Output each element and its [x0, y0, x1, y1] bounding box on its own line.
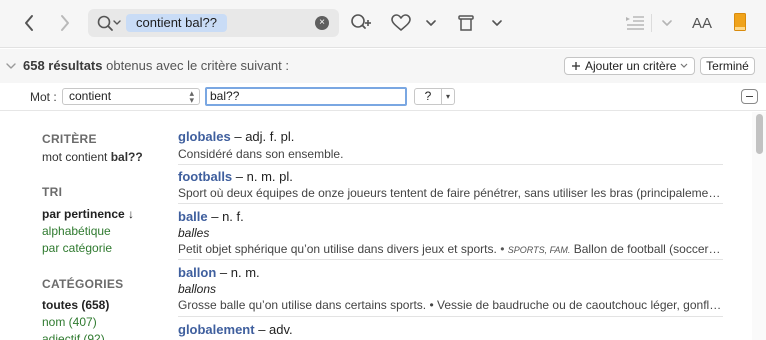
entry-heading: globales – adj. f. pl. [178, 129, 294, 144]
definition-rest: Ballon de football (soccer)… [570, 242, 723, 256]
definition: Considéré dans son ensemble. [178, 147, 344, 161]
list-item[interactable]: ballon – n. m. ballons Grosse balle qu’o… [178, 262, 723, 317]
add-criterion-label: Ajouter un critère [585, 59, 677, 73]
grammar-label: – n. m. pl. [232, 169, 293, 184]
criterion-value-input[interactable]: bal?? [205, 87, 407, 106]
plural-form: ballons [178, 282, 217, 296]
list-item[interactable]: balle – n. f. balles Petit objet sphériq… [178, 206, 723, 260]
headword[interactable]: globalement [178, 322, 255, 337]
criterion-summary-prefix: mot contient [42, 150, 111, 164]
criterion-operator-select[interactable]: contient ▴ ▾ [62, 88, 200, 105]
done-button[interactable]: Terminé [700, 57, 755, 75]
plural-form: balles [178, 226, 210, 240]
definition-main: Petit objet sphérique qu’on utilise dans… [178, 242, 497, 256]
wildcard-menu-chevron-icon[interactable]: ▾ [442, 88, 455, 105]
heart-icon[interactable] [389, 12, 413, 34]
entry-heading: globalement – adv. [178, 322, 293, 337]
sort-alphabetical-link[interactable]: alphabétique [42, 224, 111, 238]
sort-heading: TRI [42, 185, 63, 199]
category-all[interactable]: toutes (658) [42, 298, 109, 312]
list-item[interactable]: globales – adj. f. pl. Considéré dans so… [178, 126, 723, 165]
search-token[interactable]: contient bal?? [126, 14, 227, 32]
entry-heading: ballon – n. m. [178, 265, 260, 280]
headword[interactable]: footballs [178, 169, 232, 184]
grammar-label: – adj. f. pl. [230, 129, 295, 144]
entry-heading: balle – n. f. [178, 209, 244, 224]
chevron-down-icon[interactable] [660, 14, 674, 32]
definition: Petit objet sphérique qu’on utilise dans… [178, 242, 723, 256]
definition: Sport où deux équipes de onze joueurs te… [178, 186, 723, 200]
wildcard-button[interactable]: ? [414, 88, 442, 105]
category-adjective-link[interactable]: adjectif (92) [42, 332, 105, 340]
criterion-heading: CRITÈRE [42, 132, 97, 146]
grammar-label: – n. m. [216, 265, 260, 280]
headword[interactable]: balle [178, 209, 208, 224]
bullet-separator: • [496, 242, 508, 256]
zoom-in-icon[interactable] [349, 12, 373, 34]
clear-search-icon[interactable]: × [315, 16, 329, 30]
criterion-summary-value: bal?? [110, 150, 143, 164]
chevron-down-icon[interactable] [490, 14, 504, 32]
definition: Grosse balle qu’on utilise dans certains… [178, 298, 723, 312]
toolbar: contient bal?? × AA [0, 0, 766, 48]
remove-criterion-button[interactable] [741, 89, 758, 104]
grammar-label: – n. f. [207, 209, 244, 224]
chevron-down-icon[interactable] [424, 14, 438, 32]
toolbar-separator [651, 14, 652, 32]
forward-icon[interactable] [54, 12, 76, 34]
select-arrows-icon: ▴ ▾ [189, 88, 194, 105]
collapse-chevron-icon[interactable] [5, 60, 17, 72]
sort-by-relevance[interactable]: par pertinence ↓ [42, 207, 134, 221]
search-icon[interactable] [96, 14, 122, 32]
entry-heading: footballs – n. m. pl. [178, 169, 293, 184]
add-criterion-button[interactable]: Ajouter un critère [564, 57, 696, 75]
indent-icon[interactable] [624, 12, 646, 34]
list-item[interactable]: globalement – adv. [178, 319, 723, 340]
headword[interactable]: ballon [178, 265, 216, 280]
categories-heading: CATÉGORIES [42, 277, 124, 291]
criterion-summary: mot contient bal?? [42, 150, 143, 164]
results-summary: 658 résultats obtenus avec le critère su… [23, 58, 289, 73]
criteria-row: Mot : contient ▴ ▾ bal?? ? ▾ [0, 83, 766, 111]
criterion-operator-value: contient [69, 89, 112, 103]
chevron-down-icon [680, 63, 688, 68]
trash-icon[interactable] [455, 11, 477, 35]
headword[interactable]: globales [178, 129, 231, 144]
search-field[interactable]: contient bal?? × [88, 9, 339, 37]
sort-by-category-link[interactable]: par catégorie [42, 241, 112, 255]
plus-icon [572, 62, 580, 70]
category-noun-link[interactable]: nom (407) [42, 315, 97, 329]
results-suffix: obtenus avec le critère suivant : [106, 58, 289, 73]
domain-label: SPORTS, FAM. [507, 245, 571, 255]
font-size-icon[interactable]: AA [689, 12, 715, 34]
back-icon[interactable] [18, 12, 40, 34]
grammar-label: – adv. [254, 322, 293, 337]
results-count: 658 résultats [23, 58, 103, 73]
list-item[interactable]: footballs – n. m. pl. Sport où deux équi… [178, 167, 723, 204]
scrollbar-thumb[interactable] [756, 114, 763, 154]
criterion-label: Mot : [30, 90, 57, 104]
results-bar: 658 résultats obtenus avec le critère su… [0, 49, 766, 83]
bookmark-icon[interactable] [733, 12, 747, 32]
